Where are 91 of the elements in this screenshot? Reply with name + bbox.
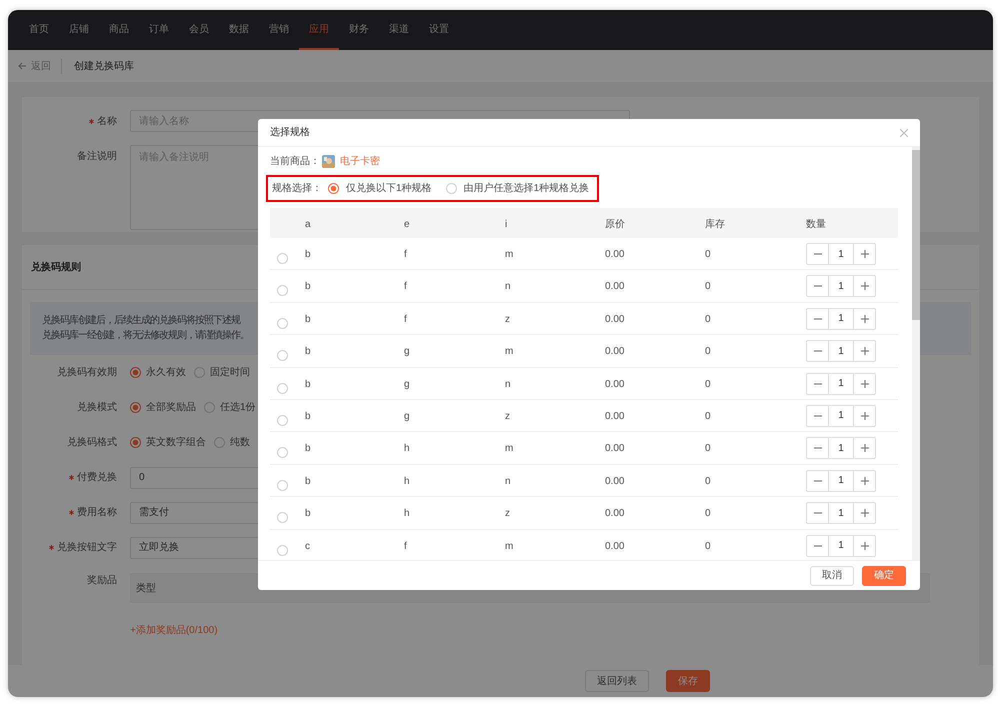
table-cell-text: 0	[705, 345, 711, 360]
table-cell-text: 0.00	[605, 378, 624, 392]
notice-text: 兑换码库一经创建，将无法修改规则，请谨慎操作。	[42, 330, 249, 342]
quantity-value: 1	[837, 442, 845, 456]
table-cell-text: z	[505, 507, 510, 522]
table-cell-text: n	[505, 474, 511, 489]
table-cell-text: b	[305, 312, 311, 327]
table-cell-text: 0.00	[605, 540, 624, 554]
quantity-value: 1	[837, 539, 845, 554]
table-cell-text: b	[305, 248, 311, 262]
quantity-value: 1	[837, 312, 845, 326]
column-header: a	[305, 218, 311, 232]
page-title: 创建兑换码库	[74, 60, 134, 74]
radio-label: 仅兑换以下1种规格	[346, 182, 432, 196]
radio-label: 全部奖励品	[146, 400, 196, 415]
table-cell-text: f	[404, 312, 407, 327]
table-cell-text: b	[305, 345, 311, 360]
quantity-value: 1	[837, 474, 845, 488]
table-cell-text: b	[305, 280, 311, 294]
field-label: 兑换码有效期	[57, 366, 117, 380]
quantity-value: 1	[837, 409, 845, 424]
table-cell-text: 0.00	[605, 410, 624, 424]
table-cell-text: 0	[705, 280, 711, 294]
table-cell-text: g	[404, 378, 410, 392]
column-header: 数量	[806, 218, 826, 232]
field-label: 奖励品	[87, 574, 117, 588]
table-cell-text: b	[305, 507, 311, 522]
radio-label: 纯数	[230, 436, 250, 450]
table-cell-text: g	[404, 410, 410, 424]
product-label: 当前商品：	[270, 154, 320, 168]
column-header: 类型	[136, 582, 156, 596]
table-cell-text: n	[505, 378, 511, 392]
table-cell-text: 0.00	[605, 507, 624, 522]
table-cell-text: b	[305, 442, 311, 456]
dialog-title: 选择规格	[270, 126, 310, 140]
radio-label: 任选1份	[220, 400, 256, 415]
column-header: e	[404, 218, 410, 232]
table-cell-text: 0	[705, 442, 711, 456]
column-header: 库存	[705, 218, 725, 232]
table-cell-text: h	[404, 507, 410, 522]
table-cell-text: m	[505, 442, 514, 456]
quantity-value: 1	[837, 344, 845, 359]
quantity-value: 1	[837, 248, 845, 262]
table-cell-text: f	[404, 540, 407, 554]
table-cell-text: 0	[705, 378, 711, 392]
field-label: 兑换模式	[77, 400, 117, 415]
table-cell-text: 0	[705, 507, 711, 522]
column-header: i	[505, 218, 508, 232]
table-cell-text: 0	[705, 312, 711, 327]
table-cell-text: n	[505, 280, 511, 294]
table-cell-text: 0.00	[605, 312, 624, 327]
section-title: 兑换码规则	[31, 260, 81, 274]
column-header: 原价	[605, 218, 625, 232]
radio-label: 固定时间	[210, 366, 250, 380]
table-cell-text: 0	[705, 540, 711, 554]
notice-text: 兑换码库创建后，后续生成的兑换码将按照下述规	[42, 315, 240, 327]
quantity-value: 1	[837, 280, 845, 294]
table-cell-text: 0.00	[605, 248, 624, 262]
quantity-value: 1	[837, 377, 845, 392]
radio-label: 永久有效	[146, 366, 186, 380]
table-cell-text: 0	[705, 248, 711, 262]
spec-label: 规格选择：	[272, 182, 322, 196]
field-label: 名称	[97, 114, 117, 128]
table-cell-text: b	[305, 410, 311, 424]
table-cell-text: f	[404, 248, 407, 262]
table-cell-text: m	[505, 540, 514, 554]
table-cell-text: 0	[705, 474, 711, 489]
table-cell-text: b	[305, 474, 311, 489]
table-cell-text: 0.00	[605, 474, 624, 489]
table-cell-text: c	[305, 540, 310, 554]
table-cell-text: m	[505, 248, 514, 262]
field-label: 费用名称	[77, 506, 117, 520]
table-cell-text: f	[404, 280, 407, 294]
table-cell-text: m	[505, 345, 514, 360]
quantity-value: 1	[837, 506, 845, 521]
table-cell-text: 0.00	[605, 442, 624, 456]
table-cell-text: g	[404, 345, 410, 360]
table-cell-text: h	[404, 474, 410, 489]
table-cell-text: 0.00	[605, 280, 624, 294]
table-cell-text: z	[505, 410, 510, 424]
table-cell-text: 0	[705, 410, 711, 424]
field-label: 备注说明	[77, 150, 117, 164]
radio-label: 由用户任意选择1种规格兑换	[464, 182, 590, 196]
field-label: 兑换按钮文字	[57, 540, 117, 555]
table-cell-text: z	[505, 312, 510, 327]
table-cell-text: 0.00	[605, 345, 624, 360]
table-cell-text: h	[404, 442, 410, 456]
table-cell-text: b	[305, 378, 311, 392]
field-label: 兑换码格式	[67, 436, 117, 450]
radio-label: 英文数字组合	[146, 436, 206, 450]
field-label: 付费兑换	[77, 470, 117, 485]
